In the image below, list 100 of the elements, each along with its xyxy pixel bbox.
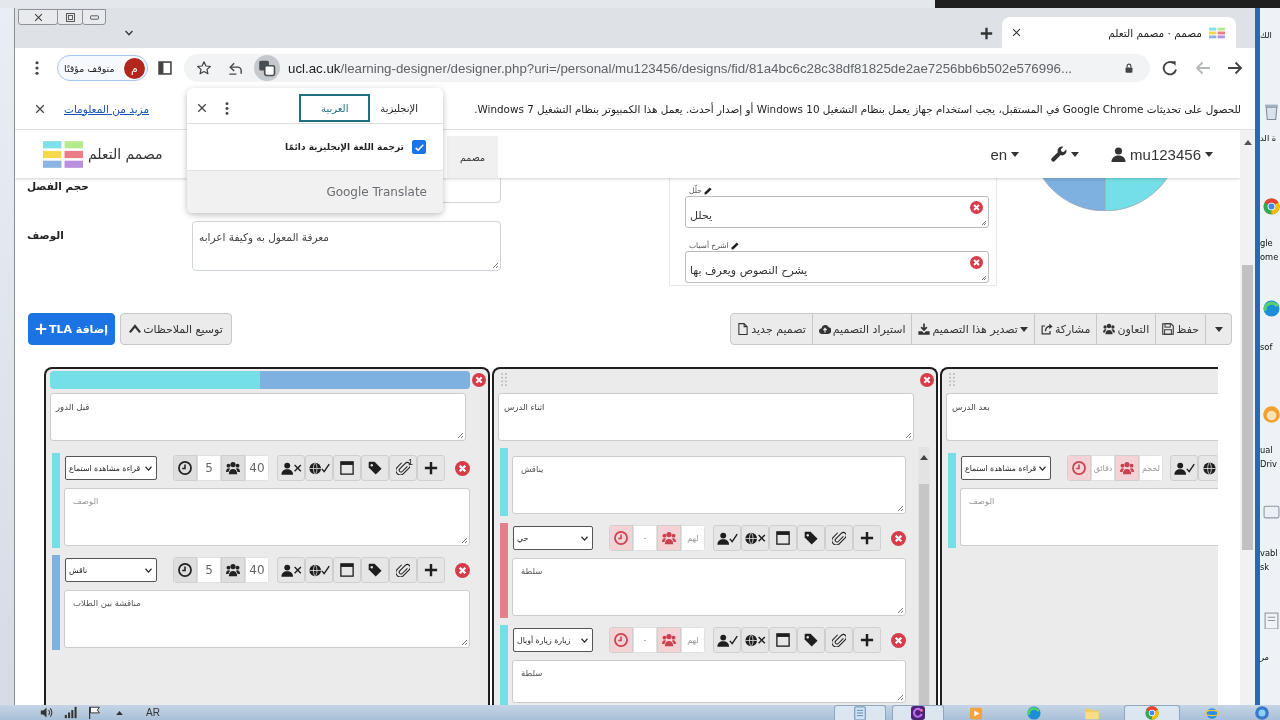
schedule-button[interactable] [333,557,361,583]
translate-icon[interactable] [254,55,280,81]
delete-icon[interactable] [472,372,486,387]
activity-color-strip[interactable] [52,555,60,650]
desktop-icon-label[interactable]: مر [1260,650,1280,664]
more-icon[interactable] [225,101,229,115]
activity-color-strip[interactable] [52,453,60,548]
close-icon[interactable] [197,103,207,113]
delete-icon[interactable] [970,201,983,214]
description-field[interactable]: معرفة المعول به وكيفة اعرابه [192,221,501,271]
online-button[interactable] [741,525,769,551]
delete-icon[interactable] [455,562,470,578]
activity-description-field[interactable]: يناقش [512,456,906,514]
drag-handle-icon[interactable] [949,373,955,386]
activity-color-strip[interactable] [500,625,508,705]
activity-description-field[interactable]: سلطة [512,558,906,616]
activity-description-field[interactable]: سلطة [512,660,906,703]
schedule-button[interactable] [769,525,797,551]
close-icon[interactable] [35,103,45,114]
collaborate-button[interactable]: التعاون [1096,313,1157,345]
tools-menu[interactable] [1051,146,1080,162]
desktop-icon-label[interactable]: gle ome [1260,236,1280,264]
session-title-field[interactable]: قبل الدور [50,393,466,441]
app-logo-text[interactable]: مصمم التعلم [88,146,168,162]
arrow-right-icon[interactable] [1227,60,1243,76]
expand-notes-button[interactable]: توسيع الملاحظات [120,313,232,345]
flag-icon[interactable] [88,706,101,719]
duration-field[interactable]: 5 [197,455,221,481]
duration-field[interactable]: 5 [197,557,221,583]
scroll-up-icon[interactable] [920,455,928,460]
tag-button[interactable] [797,627,825,653]
desktop-icon-label[interactable]: ual Driv [1260,443,1280,471]
lock-icon[interactable] [1124,62,1134,74]
input-language[interactable]: AR [146,707,160,718]
nav-tab[interactable]: مصمم [447,136,498,178]
menu-icon[interactable] [35,61,39,75]
activity-color-strip[interactable] [500,523,508,618]
swirl-icon[interactable] [1263,300,1280,317]
tag-button[interactable] [361,557,389,583]
share-button[interactable]: مشاركة [1033,313,1098,345]
language-tab[interactable]: العربية [299,94,371,122]
online-button[interactable] [305,455,333,481]
language-menu[interactable]: en [990,145,1020,163]
online-button[interactable] [305,557,333,583]
address-bar[interactable]: ucl.ac.uk/learning-designer/designer.php?uri=/personal/mu123456/designs/fid/81a4bc6c28c38df81825de2ae7256bb6b502e576996... [184,54,1150,82]
speaker-icon[interactable] [40,706,53,719]
save-button[interactable]: حفظ [1155,313,1206,345]
user-menu[interactable]: mu123456 [1111,145,1213,163]
learners-field[interactable]: 40 [245,557,269,583]
outcome-field[interactable]: يحلل [685,196,989,228]
scroll-up-icon[interactable] [1243,140,1252,145]
desktop-icon-label[interactable]: ة الد [1260,131,1280,145]
reload-icon[interactable] [1162,60,1178,76]
activity-color-strip[interactable] [500,448,508,516]
tag-button[interactable] [361,455,389,481]
tag-button[interactable] [797,525,825,551]
browser-tab[interactable]: مصمم · مصمم التعلم [1002,17,1236,48]
minimize-window-button[interactable] [82,9,106,25]
desktop-icon-label[interactable]: sof [1260,340,1280,354]
star-icon[interactable] [197,61,211,75]
delete-icon[interactable] [455,460,470,476]
session-title-field[interactable]: اثناء الدرس [498,393,914,441]
teacher-button[interactable] [713,627,741,653]
grid-logo-icon[interactable] [43,140,83,168]
attachments-button[interactable]: 1 [389,455,417,481]
taskbar-button[interactable] [892,705,944,720]
duration-button[interactable] [173,455,197,481]
duration-button[interactable] [173,557,197,583]
desktop-icon-label[interactable]: vabl sk [1260,546,1280,574]
attachments-button[interactable] [825,525,853,551]
schedule-button[interactable] [769,627,797,653]
teacher-button[interactable] [713,525,741,551]
more-options-button[interactable] [1205,313,1232,345]
outcome-field[interactable]: يشرح النصوص ويعرف بها [685,251,989,283]
add-button[interactable] [853,627,881,653]
learners-button[interactable] [221,557,245,583]
teacher-button[interactable] [1170,455,1198,481]
learn-more-link[interactable]: مزيد من المعلومات [64,102,149,115]
session-title-field[interactable]: بعد الدرس [946,393,1218,441]
curved-arrow-icon[interactable] [228,61,243,75]
add-tla-button[interactable]: إضافة TLA [28,313,115,345]
delete-icon[interactable] [891,632,906,648]
teacher-button[interactable] [277,455,305,481]
close-icon[interactable] [1012,28,1021,37]
delete-icon[interactable] [920,372,934,387]
attachments-button[interactable] [825,627,853,653]
desktop-icon-label[interactable]: الك [1260,28,1280,42]
chevron-down-icon[interactable] [123,29,135,37]
checkbox[interactable] [412,140,426,154]
sidebar-icon[interactable] [158,61,172,75]
add-button[interactable] [853,525,881,551]
learners-button[interactable] [221,455,245,481]
scrollbar[interactable] [918,447,930,705]
online-button[interactable] [741,627,769,653]
document-icon[interactable] [1263,612,1280,629]
ring-logo-icon[interactable] [1263,198,1280,215]
scrollbar-thumb[interactable] [919,484,929,705]
delete-icon[interactable] [970,256,983,269]
add-button[interactable] [417,557,445,583]
new-design-button[interactable]: تصميم جديد [730,313,813,345]
